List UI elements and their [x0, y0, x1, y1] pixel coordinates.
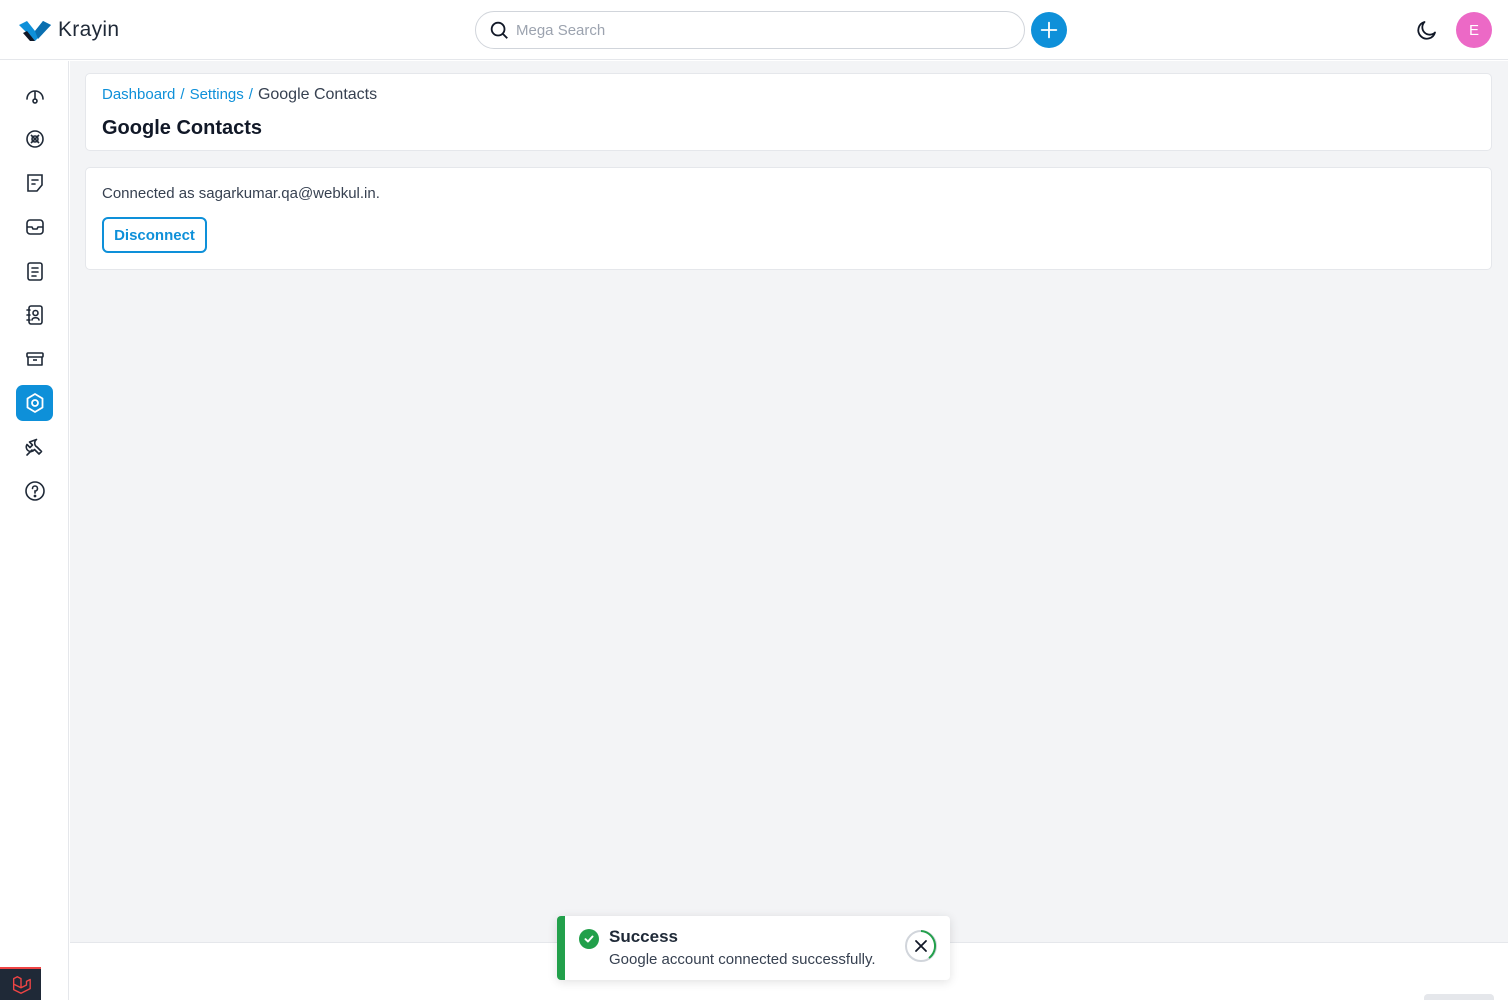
- laravel-debugbar-button[interactable]: [0, 967, 41, 1000]
- help-icon: [24, 481, 45, 501]
- connection-status-text: Connected as sagarkumar.qa@webkul.in.: [102, 185, 380, 202]
- krayin-logo-icon: [19, 21, 51, 41]
- sidebar-item-leads[interactable]: [16, 121, 53, 157]
- breadcrumb-separator: /: [248, 86, 253, 103]
- sidebar-item-mail[interactable]: [16, 209, 53, 245]
- app-name: Krayin: [58, 18, 120, 41]
- sidebar-item-dashboard[interactable]: [16, 77, 53, 113]
- mail-icon: [25, 219, 44, 235]
- sidebar-item-quotes[interactable]: [16, 165, 53, 201]
- quick-create-button[interactable]: [1031, 12, 1067, 48]
- search-input[interactable]: [516, 21, 996, 39]
- page-header-card: Dashboard / Settings / Google Contacts G…: [85, 73, 1492, 151]
- success-toast: Success Google account connected success…: [557, 916, 950, 980]
- page-title: Google Contacts: [102, 117, 263, 139]
- breadcrumb: Dashboard / Settings / Google Contacts: [102, 86, 377, 104]
- connection-card: Connected as sagarkumar.qa@webkul.in. Di…: [85, 167, 1492, 270]
- leads-icon: [25, 130, 44, 148]
- activity-icon: [26, 262, 43, 281]
- moon-icon: [1417, 21, 1436, 40]
- sidebar-item-configuration[interactable]: [16, 429, 53, 465]
- laravel-icon: [12, 975, 31, 994]
- breadcrumb-current: Google Contacts: [257, 86, 378, 103]
- sidebar-item-contacts[interactable]: [16, 297, 53, 333]
- top-header: Krayin E: [0, 0, 1508, 60]
- sidebar-item-activities[interactable]: [16, 253, 53, 289]
- speedometer-icon: [25, 90, 44, 104]
- product-icon: [25, 352, 44, 366]
- close-icon: [905, 930, 937, 962]
- breadcrumb-separator: /: [180, 86, 185, 103]
- krayin-logo[interactable]: Krayin: [18, 17, 119, 43]
- plus-icon: [1040, 21, 1058, 39]
- mega-search[interactable]: [475, 11, 1025, 49]
- main-content: Dashboard / Settings / Google Contacts G…: [70, 61, 1508, 942]
- breadcrumb-dashboard[interactable]: Dashboard: [102, 86, 175, 103]
- contacts-icon: [25, 305, 43, 325]
- settings-icon: [26, 393, 43, 413]
- check-circle-icon: [579, 929, 599, 949]
- breadcrumb-settings[interactable]: Settings: [190, 86, 244, 103]
- toast-close-button[interactable]: [904, 929, 938, 963]
- toast-message: Google account connected successfully.: [609, 951, 876, 968]
- sidebar-item-products[interactable]: [16, 341, 53, 377]
- search-icon: [490, 21, 508, 39]
- toast-title: Success: [609, 927, 678, 946]
- user-avatar[interactable]: E: [1456, 12, 1492, 48]
- wrench-icon: [24, 438, 42, 456]
- scroll-handle[interactable]: [1424, 994, 1494, 1000]
- disconnect-button[interactable]: Disconnect: [102, 217, 207, 253]
- dark-mode-toggle[interactable]: [1413, 16, 1441, 44]
- quotes-icon: [26, 174, 43, 192]
- sidebar-item-help[interactable]: [16, 473, 53, 509]
- sidebar-nav: [0, 61, 69, 1000]
- sidebar-item-settings[interactable]: [16, 385, 53, 421]
